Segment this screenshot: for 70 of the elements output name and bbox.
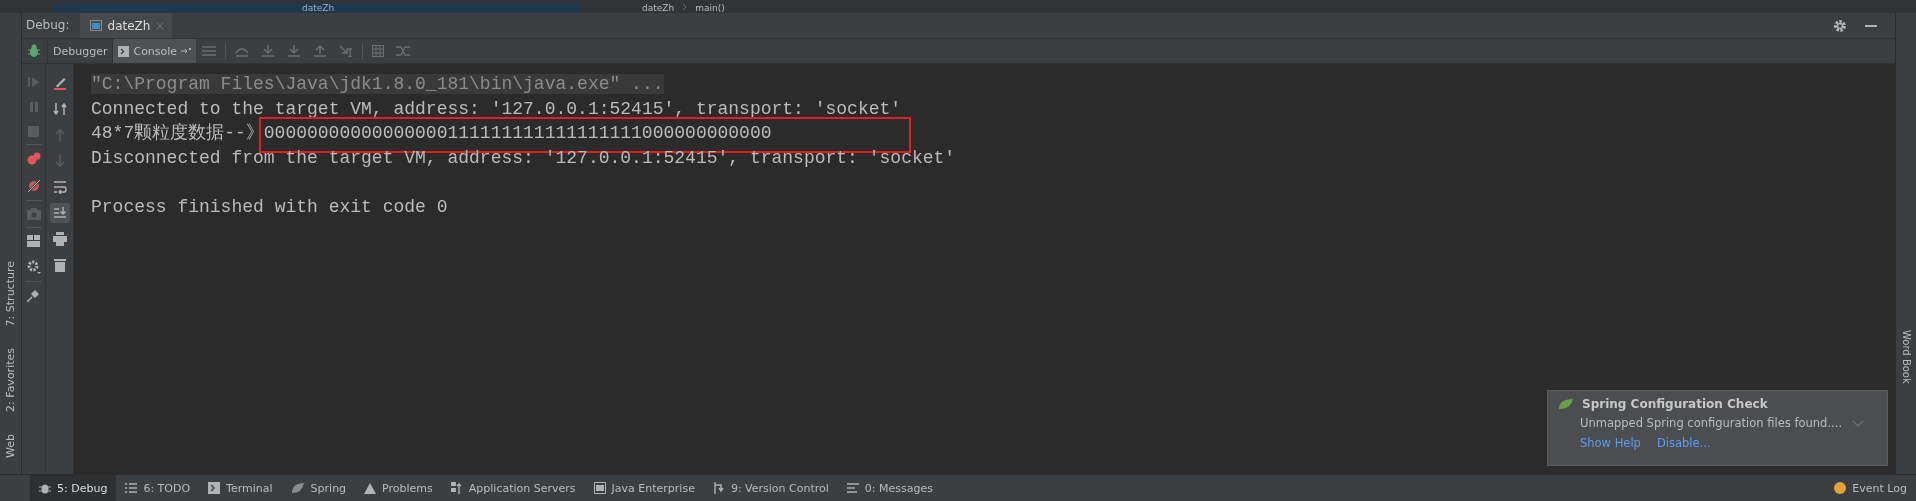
terminal-icon (208, 482, 221, 494)
resume-icon[interactable] (27, 76, 40, 88)
console-line: Connected to the target VM, address: '127.0.0.1:52415', transport: 'socket' (91, 98, 902, 119)
event-log-button[interactable]: Event Log (1825, 475, 1916, 501)
breakpoints-icon[interactable] (26, 152, 41, 166)
camera-icon[interactable] (26, 208, 41, 220)
notification-link[interactable]: Show Help (1580, 436, 1641, 450)
tool-window-tab[interactable]: 2: Favorites (4, 348, 17, 412)
tool-window-button[interactable]: Spring (281, 475, 356, 501)
notification-message: Unmapped Spring configuration files found.... (1580, 416, 1843, 430)
console-line: 48*7颗粒度数据--》00000000000000000111111111111111111000000000000 (91, 123, 772, 143)
settings-icon[interactable] (26, 260, 41, 274)
tool-window-button[interactable]: Application Servers (441, 475, 585, 501)
calculator-icon[interactable] (372, 45, 385, 57)
up-arrow-icon[interactable] (53, 128, 66, 142)
step-over-icon[interactable] (235, 45, 250, 57)
pause-icon[interactable] (28, 101, 39, 113)
list-icon (125, 483, 138, 493)
notification-title: Spring Configuration Check (1582, 397, 1768, 411)
tool-window-button[interactable]: 0: Messages (837, 475, 942, 501)
tool-window-button[interactable]: Problems (355, 475, 442, 501)
leaf-icon (1558, 398, 1574, 410)
pin-icon[interactable] (27, 289, 40, 302)
tool-window-button[interactable]: 6: TODO (116, 475, 200, 501)
print-icon[interactable] (52, 232, 67, 246)
pin-tab-icon[interactable] (181, 47, 192, 55)
trash-icon[interactable] (53, 258, 66, 272)
breadcrumb-item[interactable]: main() (695, 3, 725, 13)
window-icon (89, 20, 102, 31)
bug-icon (39, 482, 51, 494)
settings-icon[interactable] (1833, 18, 1847, 33)
sort-icon[interactable] (52, 102, 67, 116)
step-into-icon[interactable] (287, 45, 302, 57)
breadcrumb-item[interactable]: dateZh (642, 3, 675, 13)
status-dot-icon (1834, 482, 1847, 494)
tool-window-button[interactable]: Terminal (199, 475, 282, 501)
scroll-to-end-icon (52, 206, 67, 220)
tool-window-button[interactable]: Java Enterprise (584, 475, 704, 501)
window-icon (593, 482, 606, 494)
chevron-down-icon[interactable] (1852, 419, 1865, 427)
file-tab[interactable]: dateZh (52, 3, 582, 13)
tool-window-button[interactable]: 9: Version Control (703, 475, 838, 501)
menu-icon[interactable] (202, 45, 217, 57)
step-into-icon[interactable] (261, 45, 276, 57)
wrap-icon[interactable] (52, 180, 67, 194)
tool-window-tab[interactable]: 7: Structure (4, 260, 17, 327)
console-line: Disconnected from the target VM, address: '127.0.0.1:52415', transport: 'socket' (91, 147, 956, 168)
mute-breakpoints-icon[interactable] (26, 179, 41, 193)
tool-window-button[interactable]: 5: Debug (30, 475, 117, 501)
warning-icon (364, 482, 377, 494)
bug-icon (27, 44, 41, 58)
tool-window-tab[interactable]: Word Book (1900, 330, 1912, 384)
down-arrow-icon[interactable] (53, 154, 66, 168)
session-tab[interactable]: dateZh (79, 13, 173, 38)
panel-label: Debug: (25, 17, 71, 34)
terminal-icon (118, 45, 130, 57)
leaf-icon (290, 482, 305, 494)
notification-link[interactable]: Disable... (1656, 436, 1711, 450)
tool-window-tab[interactable]: Web (4, 434, 17, 458)
panel-tab[interactable]: Console (112, 39, 197, 63)
server-icon (450, 482, 463, 494)
close-icon[interactable] (156, 21, 165, 30)
branch-icon (712, 482, 725, 494)
messages-icon (846, 483, 859, 493)
step-out-icon[interactable] (313, 45, 328, 57)
chevron-icon (682, 3, 688, 13)
layout-icon[interactable] (27, 235, 40, 247)
scroll-to-end-button[interactable] (49, 203, 70, 223)
clear-icon[interactable] (52, 76, 67, 90)
console-line: Process finished with exit code 0 (91, 196, 448, 217)
